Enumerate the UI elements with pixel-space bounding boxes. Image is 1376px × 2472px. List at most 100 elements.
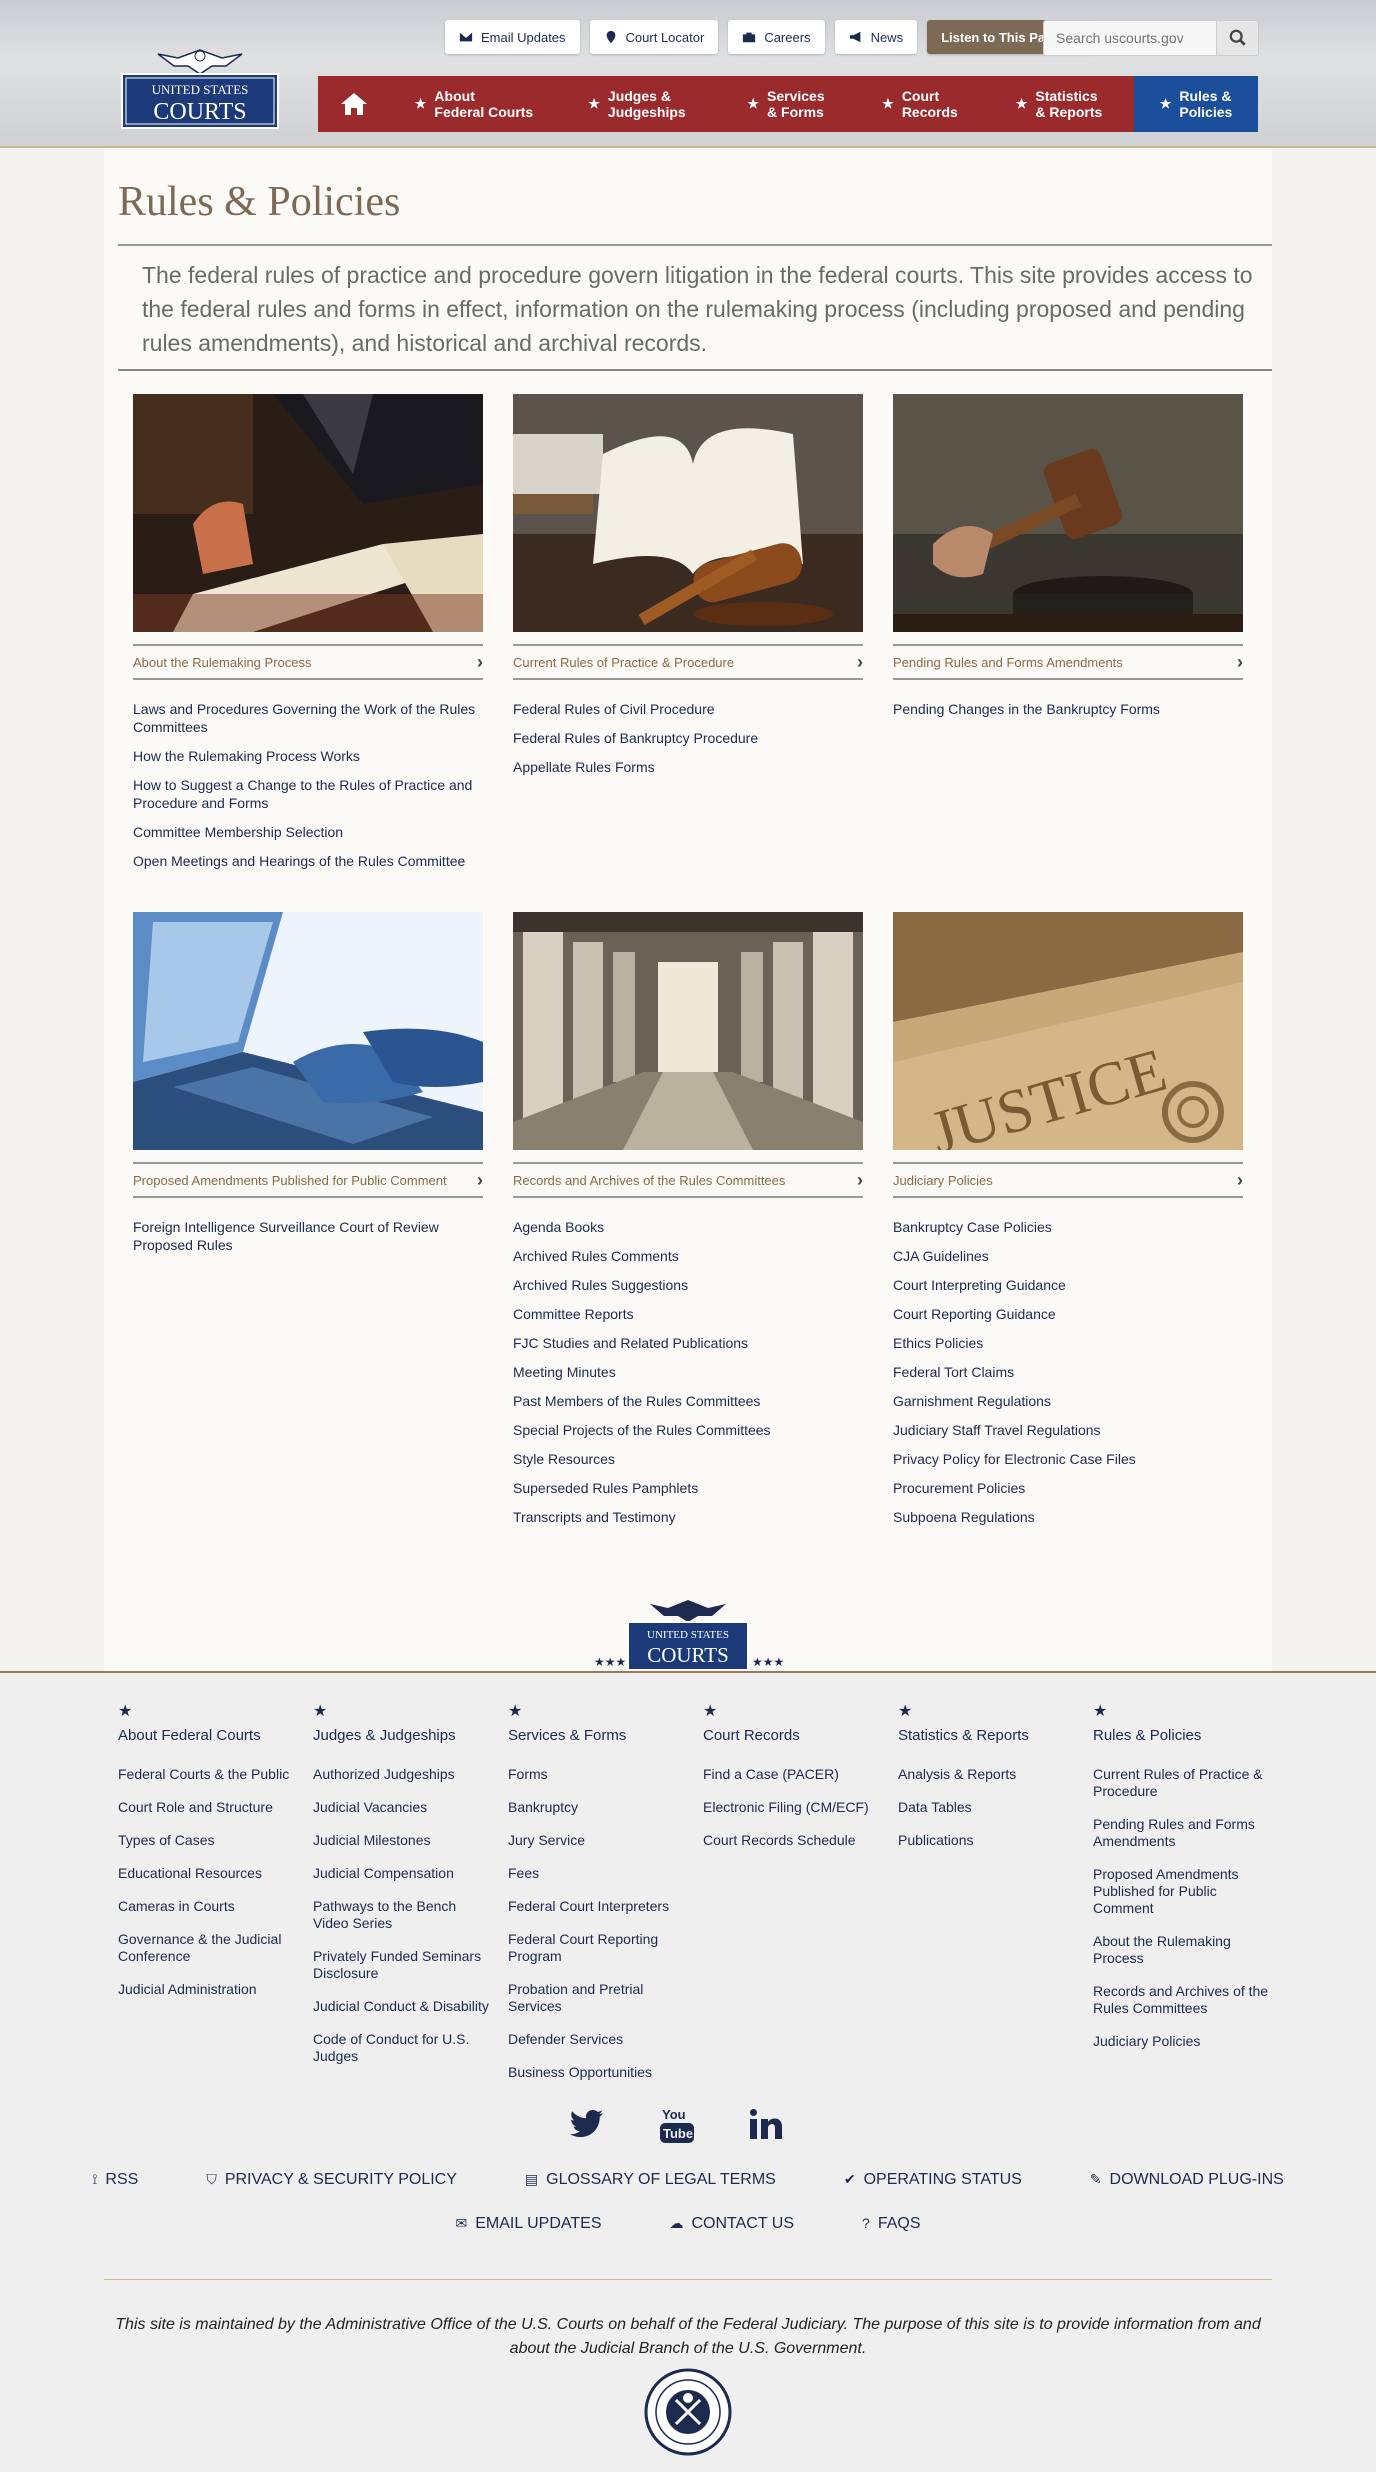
twitter-icon[interactable] xyxy=(570,2110,604,2138)
list-item[interactable]: Laws and Procedures Governing the Work o… xyxy=(133,700,483,736)
footer-link[interactable]: Current Rules of Practice & Procedure xyxy=(1093,1766,1273,1800)
list-item[interactable]: Transcripts and Testimony xyxy=(513,1508,863,1526)
category-link[interactable]: Proposed Amendments Published for Public… xyxy=(133,1162,483,1198)
footer-column-title[interactable]: Court Records xyxy=(703,1727,883,1744)
list-item[interactable]: CJA Guidelines xyxy=(893,1247,1243,1265)
email-updates-button[interactable]: Email Updates xyxy=(445,20,580,54)
footer-link[interactable]: Cameras in Courts xyxy=(118,1898,298,1915)
footer-link[interactable]: Judiciary Policies xyxy=(1093,2033,1273,2050)
home-nav-button[interactable] xyxy=(318,76,390,132)
us-courts-logo[interactable]: UNITED STATES COURTS xyxy=(118,44,282,130)
list-item[interactable]: Committee Reports xyxy=(513,1305,863,1323)
download-plugins-link[interactable]: ✎ DOWNLOAD PLUG-INS xyxy=(1090,2171,1284,2189)
list-item[interactable]: Garnishment Regulations xyxy=(893,1392,1243,1410)
footer-link[interactable]: Pathways to the Bench Video Series xyxy=(313,1898,493,1932)
footer-link[interactable]: Authorized Judgeships xyxy=(313,1766,493,1783)
news-button[interactable]: News xyxy=(834,20,918,54)
nav-services-forms[interactable]: ★ Services & Forms xyxy=(716,76,856,132)
justice-engraving-image[interactable]: JUSTICE xyxy=(893,912,1243,1150)
search-button[interactable] xyxy=(1217,20,1259,56)
glossary-link[interactable]: ▤ GLOSSARY OF LEGAL TERMS xyxy=(525,2171,776,2189)
list-item[interactable]: Foreign Intelligence Surveillance Court … xyxy=(133,1218,483,1254)
footer-link[interactable]: Educational Resources xyxy=(118,1865,298,1882)
list-item[interactable]: FJC Studies and Related Publications xyxy=(513,1334,863,1352)
privacy-link[interactable]: ⛉ PRIVACY & SECURITY POLICY xyxy=(206,2171,457,2189)
footer-link[interactable]: Publications xyxy=(898,1832,1078,1849)
court-locator-button[interactable]: Court Locator xyxy=(589,20,719,54)
footer-link[interactable]: Court Role and Structure xyxy=(118,1799,298,1816)
footer-column-title[interactable]: Rules & Policies xyxy=(1093,1727,1273,1744)
footer-link[interactable]: Types of Cases xyxy=(118,1832,298,1849)
rss-link[interactable]: ⟟ RSS xyxy=(92,2171,138,2189)
list-item[interactable]: Judiciary Staff Travel Regulations xyxy=(893,1421,1243,1439)
category-link[interactable]: About the Rulemaking Process › xyxy=(133,644,483,680)
category-link[interactable]: Judiciary Policies › xyxy=(893,1162,1243,1198)
list-item[interactable]: Committee Membership Selection xyxy=(133,823,483,841)
list-item[interactable]: Procurement Policies xyxy=(893,1479,1243,1497)
footer-link[interactable]: Federal Court Interpreters xyxy=(508,1898,688,1915)
list-item[interactable]: Superseded Rules Pamphlets xyxy=(513,1479,863,1497)
nav-statistics-reports[interactable]: ★ Statistics & Reports xyxy=(984,76,1134,132)
footer-link[interactable]: Judicial Conduct & Disability xyxy=(313,1998,493,2015)
email-updates-link[interactable]: ✉ EMAIL UPDATES xyxy=(456,2215,602,2233)
footer-link[interactable]: Judicial Compensation xyxy=(313,1865,493,1882)
footer-us-courts-logo[interactable]: UNITED STATES COURTS ★★★ ★★★ xyxy=(588,1598,788,1670)
list-item[interactable]: Meeting Minutes xyxy=(513,1363,863,1381)
footer-column-title[interactable]: Services & Forms xyxy=(508,1727,688,1744)
list-item[interactable]: Federal Rules of Bankruptcy Procedure xyxy=(513,729,863,747)
list-item[interactable]: Special Projects of the Rules Committees xyxy=(513,1421,863,1439)
list-item[interactable]: How the Rulemaking Process Works xyxy=(133,747,483,765)
footer-link[interactable]: Analysis & Reports xyxy=(898,1766,1078,1783)
columned-hall-image[interactable] xyxy=(513,912,863,1150)
category-link[interactable]: Pending Rules and Forms Amendments › xyxy=(893,644,1243,680)
faqs-link[interactable]: ? FAQS xyxy=(862,2215,920,2233)
list-item[interactable]: Past Members of the Rules Committees xyxy=(513,1392,863,1410)
footer-link[interactable]: Find a Case (PACER) xyxy=(703,1766,883,1783)
footer-column-title[interactable]: Statistics & Reports xyxy=(898,1727,1078,1744)
footer-link[interactable]: Forms xyxy=(508,1766,688,1783)
list-item[interactable]: Bankruptcy Case Policies xyxy=(893,1218,1243,1236)
footer-link[interactable]: Privately Funded Seminars Disclosure xyxy=(313,1948,493,1982)
footer-link[interactable]: Fees xyxy=(508,1865,688,1882)
footer-link[interactable]: Judicial Milestones xyxy=(313,1832,493,1849)
careers-button[interactable]: Careers xyxy=(728,20,825,54)
list-item[interactable]: Archived Rules Comments xyxy=(513,1247,863,1265)
footer-link[interactable]: Judicial Vacancies xyxy=(313,1799,493,1816)
nav-court-records[interactable]: ★ Court Records xyxy=(856,76,984,132)
list-item[interactable]: Federal Rules of Civil Procedure xyxy=(513,700,863,718)
category-link[interactable]: Current Rules of Practice & Procedure › xyxy=(513,644,863,680)
footer-link[interactable]: Code of Conduct for U.S. Judges xyxy=(313,2031,493,2065)
list-item[interactable]: Federal Tort Claims xyxy=(893,1363,1243,1381)
footer-link[interactable]: Federal Courts & the Public xyxy=(118,1766,298,1783)
footer-link[interactable]: Defender Services xyxy=(508,2031,688,2048)
footer-column-title[interactable]: About Federal Courts xyxy=(118,1727,298,1744)
footer-link[interactable]: Electronic Filing (CM/ECF) xyxy=(703,1799,883,1816)
list-item[interactable]: Appellate Rules Forms xyxy=(513,758,863,776)
nav-about-federal-courts[interactable]: ★ About Federal Courts xyxy=(390,76,558,132)
list-item[interactable]: Subpoena Regulations xyxy=(893,1508,1243,1526)
footer-link[interactable]: Governance & the Judicial Conference xyxy=(118,1931,298,1965)
linkedin-icon[interactable] xyxy=(750,2109,782,2139)
gavel-in-hand-image[interactable] xyxy=(893,394,1243,632)
list-item[interactable]: Open Meetings and Hearings of the Rules … xyxy=(133,852,483,870)
footer-link[interactable]: Probation and Pretrial Services xyxy=(508,1981,688,2015)
footer-link[interactable]: Data Tables xyxy=(898,1799,1078,1816)
footer-link[interactable]: Records and Archives of the Rules Commit… xyxy=(1093,1983,1273,2017)
footer-link[interactable]: Jury Service xyxy=(508,1832,688,1849)
youtube-icon[interactable]: You Tube xyxy=(660,2105,694,2143)
nav-rules-policies[interactable]: ★ Rules & Policies xyxy=(1134,76,1258,132)
person-reading-book-image[interactable] xyxy=(133,394,483,632)
list-item[interactable]: Style Resources xyxy=(513,1450,863,1468)
search-input[interactable] xyxy=(1043,20,1217,56)
list-item[interactable]: Pending Changes in the Bankruptcy Forms xyxy=(893,700,1243,718)
contact-us-link[interactable]: ☁ CONTACT US xyxy=(669,2215,794,2233)
operating-status-link[interactable]: ✔ OPERATING STATUS xyxy=(844,2171,1022,2189)
book-and-gavel-image[interactable] xyxy=(513,394,863,632)
list-item[interactable]: Agenda Books xyxy=(513,1218,863,1236)
footer-column-title[interactable]: Judges & Judgeships xyxy=(313,1727,493,1744)
footer-link[interactable]: Court Records Schedule xyxy=(703,1832,883,1849)
typing-on-laptop-image[interactable] xyxy=(133,912,483,1150)
footer-link[interactable]: Proposed Amendments Published for Public… xyxy=(1093,1866,1273,1917)
nav-judges-judgeships[interactable]: ★ Judges & Judgeships xyxy=(558,76,716,132)
footer-link[interactable]: Bankruptcy xyxy=(508,1799,688,1816)
